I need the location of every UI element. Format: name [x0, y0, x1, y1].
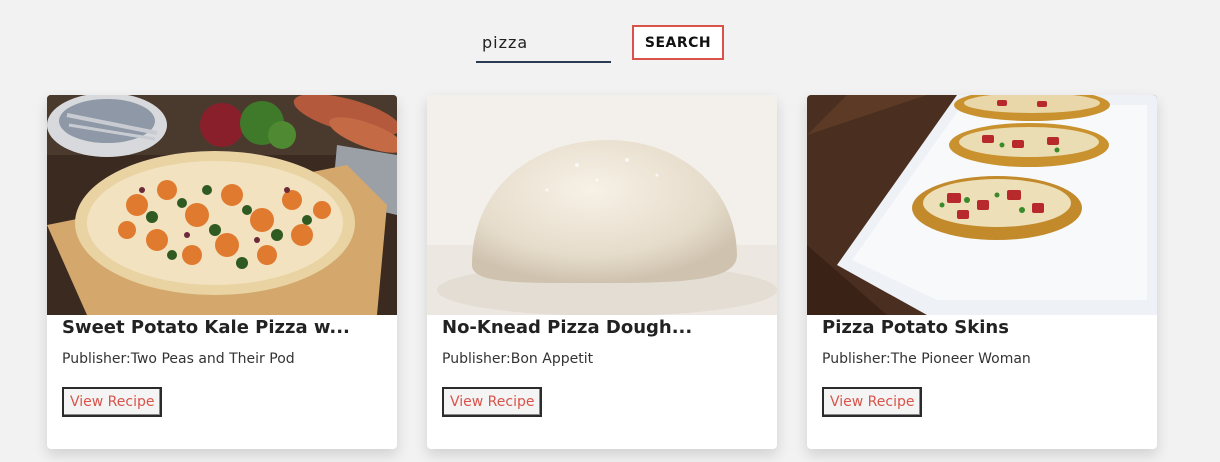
view-recipe-button[interactable]: View Recipe	[822, 387, 923, 417]
search-button[interactable]: SEARCH	[632, 25, 724, 60]
recipe-image	[807, 95, 1157, 315]
recipe-image	[47, 95, 397, 315]
recipe-publisher: Publisher:Bon Appetit	[442, 351, 594, 367]
recipe-title: No-Knead Pizza Dough...	[442, 317, 693, 338]
recipe-title: Sweet Potato Kale Pizza w...	[62, 317, 350, 338]
recipe-title: Pizza Potato Skins	[822, 317, 1009, 338]
recipe-card: Pizza Potato Skins Publisher:The Pioneer…	[807, 95, 1157, 449]
view-recipe-button[interactable]: View Recipe	[442, 387, 543, 417]
recipe-card: Sweet Potato Kale Pizza w... Publisher:T…	[47, 95, 397, 449]
search-bar: SEARCH	[0, 0, 1220, 90]
recipe-publisher: Publisher:Two Peas and Their Pod	[62, 351, 295, 367]
recipe-publisher: Publisher:The Pioneer Woman	[822, 351, 1031, 367]
view-recipe-button[interactable]: View Recipe	[62, 387, 163, 417]
recipe-image	[427, 95, 777, 315]
search-input[interactable]	[476, 28, 611, 63]
recipe-card: No-Knead Pizza Dough... Publisher:Bon Ap…	[427, 95, 777, 449]
